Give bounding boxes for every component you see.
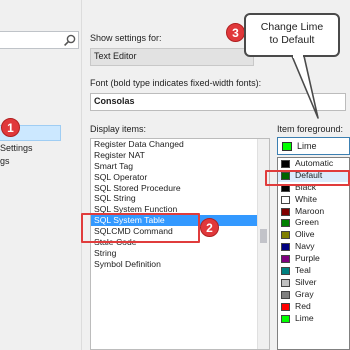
search-icon[interactable] <box>63 34 76 47</box>
color-option-label: Green <box>295 217 319 228</box>
font-select[interactable]: Consolas <box>90 93 346 111</box>
display-item[interactable]: SQL Stored Procedure <box>91 183 269 194</box>
color-option-red[interactable]: Red <box>278 301 349 313</box>
color-swatch <box>281 219 290 228</box>
tree-item-gs[interactable]: gs <box>0 156 10 166</box>
step-2-badge: 2 <box>200 218 219 237</box>
display-items-list[interactable]: Register Data Changed Register NAT Smart T… <box>90 138 270 350</box>
color-swatch <box>281 267 290 276</box>
show-settings-label: Show settings for: <box>90 33 162 43</box>
annotation-highlight-sql-system-table <box>81 213 200 243</box>
show-settings-select[interactable]: Text Editor <box>90 48 254 66</box>
color-swatch <box>281 231 290 240</box>
color-swatch <box>281 255 290 264</box>
color-swatch <box>281 302 290 311</box>
step-3-badge: 3 <box>226 23 245 42</box>
color-swatch <box>281 160 290 168</box>
selected-color-swatch <box>282 142 292 151</box>
color-option-maroon[interactable]: Maroon <box>278 206 349 218</box>
display-item[interactable]: Register NAT <box>91 150 269 161</box>
color-option-navy[interactable]: Navy <box>278 241 349 253</box>
color-option-label: Silver <box>295 276 317 287</box>
color-option-green[interactable]: Green <box>278 217 349 229</box>
color-option-label: Teal <box>295 265 311 276</box>
color-option-label: Navy <box>295 241 315 252</box>
item-foreground-select[interactable]: Lime <box>277 137 350 155</box>
display-item[interactable]: String <box>91 248 269 259</box>
color-option-label: Lime <box>295 312 314 323</box>
callout-line-1: Change Lime <box>260 21 324 33</box>
panel-divider <box>81 0 82 350</box>
color-swatch <box>281 243 290 252</box>
item-foreground-value: Lime <box>297 141 317 151</box>
annotation-highlight-default-option <box>265 170 350 186</box>
color-option-label: Gray <box>295 288 314 299</box>
display-item[interactable]: Smart Tag <box>91 161 269 172</box>
color-option-teal[interactable]: Teal <box>278 265 349 277</box>
display-item[interactable]: Register Data Changed <box>91 139 269 150</box>
color-option-silver[interactable]: Silver <box>278 277 349 289</box>
color-option-purple[interactable]: Purple <box>278 253 349 265</box>
color-swatch <box>281 195 290 204</box>
color-option-label: Red <box>295 300 311 311</box>
search-options-input[interactable] <box>0 31 79 49</box>
tree-item-settings[interactable]: Settings <box>0 143 33 153</box>
display-items-label: Display items: <box>90 124 147 134</box>
instruction-callout: Change Lime to Default <box>244 13 340 57</box>
color-option-white[interactable]: White <box>278 194 349 206</box>
color-swatch <box>281 314 290 323</box>
color-option-label: Olive <box>295 229 315 240</box>
font-label: Font (bold type indicates fixed-width fo… <box>90 78 262 88</box>
color-swatch <box>281 290 290 299</box>
color-option-olive[interactable]: Olive <box>278 229 349 241</box>
color-option-gray[interactable]: Gray <box>278 289 349 301</box>
callout-seam <box>293 54 303 58</box>
color-option-label: Maroon <box>295 205 325 216</box>
color-option-label: White <box>295 193 317 204</box>
display-item[interactable]: Symbol Definition <box>91 259 269 270</box>
color-swatch <box>281 207 290 216</box>
options-tree-panel: Settings gs <box>0 0 82 350</box>
step-1-badge: 1 <box>1 118 20 137</box>
color-swatch <box>281 278 290 287</box>
callout-line-2: to Default <box>269 34 315 46</box>
color-option-label: Purple <box>295 253 320 264</box>
display-item[interactable]: SQL String <box>91 193 269 204</box>
color-option-lime[interactable]: Lime <box>278 313 349 325</box>
scrollbar-thumb[interactable] <box>260 229 267 243</box>
item-foreground-label: Item foreground: <box>277 124 344 134</box>
color-option-label: Automatic <box>295 158 334 168</box>
color-option-automatic[interactable]: Automatic <box>278 158 349 170</box>
display-item[interactable]: SQL Operator <box>91 172 269 183</box>
